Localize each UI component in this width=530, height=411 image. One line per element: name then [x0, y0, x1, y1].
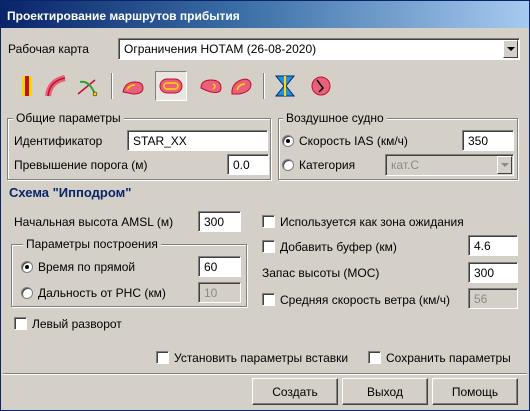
distance-label: Дальность от РНС (км)	[38, 286, 166, 300]
general-params-title: Общие параметры	[13, 111, 124, 125]
category-label: Категория	[299, 158, 356, 172]
hourglass-icon[interactable]	[273, 74, 297, 98]
build-params-title: Параметры построения	[23, 237, 161, 251]
speed-value: 350	[468, 134, 489, 148]
speed-label: Скорость IAS (км/ч)	[299, 134, 408, 148]
wind-checkbox[interactable]	[262, 293, 275, 306]
distance-value: 10	[204, 286, 218, 300]
wind-value: 56	[474, 292, 488, 306]
save-params-checkbox[interactable]	[368, 351, 381, 364]
buffer-label: Добавить буфер (км)	[280, 240, 397, 254]
chevron-down-icon[interactable]	[503, 40, 518, 58]
route-design-dialog: Проектирование маршрутов прибытия Рабоча…	[0, 0, 530, 411]
holding-oval-button[interactable]	[155, 71, 187, 101]
buffer-input[interactable]: 4.6	[468, 235, 518, 256]
category-radio[interactable]	[282, 159, 294, 171]
vertical-line-icon[interactable]	[15, 74, 39, 98]
insert-params-checkbox[interactable]	[156, 351, 169, 364]
time-value: 60	[204, 260, 218, 274]
wind-input[interactable]: 56	[468, 288, 518, 309]
work-map-select[interactable]: Ограничения НОТАМ (26-08-2020)	[118, 38, 520, 60]
wind-label: Средняя скорость ветра (км/ч)	[280, 293, 450, 307]
curved-arrival-icon[interactable]	[45, 74, 69, 98]
help-button[interactable]: Помощь	[432, 378, 518, 405]
holding-zone-checkbox[interactable]	[262, 215, 275, 228]
holding-left-icon[interactable]	[121, 74, 145, 98]
identifier-input[interactable]: STAR_XX	[127, 130, 268, 151]
exit-button[interactable]: Выход	[342, 378, 428, 405]
category-value: кат.C	[391, 158, 420, 172]
holding-turn-icon[interactable]	[199, 74, 223, 98]
buffer-value: 4.6	[474, 239, 491, 253]
time-radio[interactable]	[21, 261, 33, 273]
threshold-input[interactable]: 0.0	[227, 154, 269, 175]
chevron-down-icon[interactable]	[497, 156, 512, 174]
speed-input[interactable]: 350	[462, 130, 514, 151]
category-select[interactable]: кат.C	[385, 154, 514, 176]
toolbar	[7, 69, 523, 105]
time-label: Время по прямой	[38, 260, 136, 274]
distance-radio[interactable]	[21, 287, 33, 299]
save-params-label: Сохранить параметры	[386, 351, 511, 365]
toolbar-separator	[263, 73, 265, 99]
dme-arc-icon[interactable]	[75, 74, 99, 98]
buffer-checkbox[interactable]	[262, 240, 275, 253]
start-altitude-label: Начальная высота AMSL (м)	[14, 215, 174, 229]
moc-value: 300	[474, 266, 495, 280]
holding-zone-label: Используется как зона ожидания	[280, 215, 464, 229]
identifier-label: Идентификатор	[14, 134, 103, 148]
scheme-title: Схема "Ипподром"	[9, 185, 132, 200]
threshold-label: Превышение порога (м)	[14, 158, 148, 172]
distance-input[interactable]: 10	[198, 282, 241, 303]
moc-input[interactable]: 300	[468, 262, 518, 283]
work-map-label: Рабочая карта	[8, 42, 89, 56]
left-turn-checkbox[interactable]	[14, 317, 27, 330]
left-turn-label: Левый разворот	[32, 317, 122, 331]
aircraft-title: Воздушное судно	[283, 111, 387, 125]
holding-reverse-icon[interactable]	[229, 74, 253, 98]
identifier-value: STAR_XX	[133, 134, 187, 148]
holding-oval-icon	[159, 78, 183, 94]
window-title: Проектирование маршрутов прибытия	[7, 9, 240, 23]
threshold-value: 0.0	[233, 158, 250, 172]
waypoint-icon[interactable]	[309, 74, 333, 98]
toolbar-separator	[111, 73, 113, 99]
create-button[interactable]: Создать	[252, 378, 338, 405]
start-altitude-value: 300	[204, 215, 225, 229]
start-altitude-input[interactable]: 300	[198, 211, 241, 232]
speed-radio[interactable]	[282, 135, 294, 147]
insert-params-label: Установить параметры вставки	[174, 351, 349, 365]
work-map-value: Ограничения НОТАМ (26-08-2020)	[124, 42, 317, 56]
moc-label: Запас высоты (МОС)	[262, 266, 380, 280]
time-input[interactable]: 60	[198, 256, 241, 277]
title-bar: Проектирование маршрутов прибытия	[1, 1, 529, 28]
